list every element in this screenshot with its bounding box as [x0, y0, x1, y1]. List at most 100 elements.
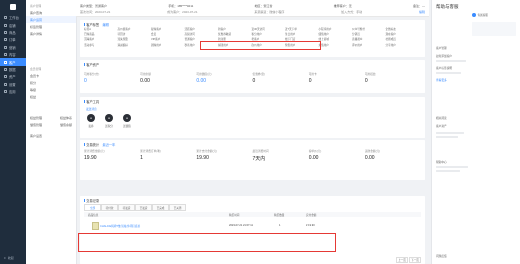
- info-remark: 备注：—: [412, 4, 425, 8]
- tag-chip[interactable]: 公众号粉丝: [352, 28, 365, 31]
- tag-chip[interactable]: 秒杀用户: [185, 44, 195, 47]
- order-amount: ¥ 19.90: [306, 223, 315, 227]
- tag-chip[interactable]: 流失预警: [118, 38, 128, 41]
- subnav-item-rights[interactable]: 权益: [26, 93, 76, 100]
- sidebar-item-5[interactable]: 内容: [0, 51, 26, 58]
- tab-order-5[interactable]: 已关闭: [169, 204, 186, 211]
- tag-chip[interactable]: 复购客户: [151, 28, 161, 31]
- tag-chip[interactable]: 团购用户: [151, 44, 161, 47]
- nav-icon: [4, 67, 7, 71]
- help-link[interactable]: 客户资产: [436, 124, 447, 128]
- sidebar-item-2[interactable]: 商品: [0, 29, 26, 36]
- sidebar-item-4[interactable]: 营销: [0, 44, 26, 51]
- help-link[interactable]: 如何添加客户: [436, 54, 452, 58]
- tag-chip[interactable]: 生日用户: [285, 33, 295, 36]
- tool-2[interactable]: ● 送储值: [120, 114, 134, 128]
- subnav-item-tags[interactable]: 标签管理: [26, 23, 76, 30]
- tag-chip[interactable]: 储值用户: [319, 33, 329, 36]
- feedback-link[interactable]: 问题反馈: [436, 254, 447, 258]
- stat-item: 客单价(元) 0.00: [308, 150, 322, 161]
- subnav-item-operation[interactable]: 客户运营: [26, 16, 76, 23]
- tag-chip[interactable]: 分销员: [352, 33, 360, 36]
- edit-info-button[interactable]: 编辑: [419, 10, 425, 14]
- help-more-link[interactable]: 查看更多: [436, 78, 447, 82]
- tab-order-3[interactable]: 已发货: [135, 204, 152, 211]
- tag-chip[interactable]: VIP客户: [151, 38, 160, 41]
- sidebar-item-10[interactable]: 应用: [0, 88, 26, 95]
- tag-chip[interactable]: 高频访问: [185, 33, 195, 36]
- sidebar-item-8[interactable]: 资产: [0, 73, 26, 80]
- tab-order-1[interactable]: 待付款: [101, 204, 118, 211]
- coupon-icon: ●: [87, 114, 95, 122]
- tool-0[interactable]: ● 发券: [84, 114, 98, 128]
- send-message-link[interactable]: 发送消息: [86, 107, 97, 111]
- help-link[interactable]: 客户标签说明: [436, 66, 452, 70]
- tag-chip[interactable]: 新客户: [218, 28, 226, 31]
- subnav-item-card[interactable]: 会员卡: [26, 72, 76, 79]
- subnav-item-detail[interactable]: 客户详情: [26, 30, 76, 37]
- highlight-box-tags: [200, 41, 321, 50]
- tag-chip[interactable]: 近30天访问: [252, 28, 265, 31]
- sidebar-item-6[interactable]: 客户: [0, 58, 26, 66]
- tag-chip[interactable]: 近7天下单: [285, 28, 297, 31]
- sidebar-item-9[interactable]: 设置: [0, 81, 26, 88]
- stat-item: 优惠券(张) 0: [252, 73, 266, 84]
- tab-order-4[interactable]: 已完成: [152, 204, 169, 211]
- tag-chip[interactable]: 普通客户: [185, 38, 195, 41]
- collapse-button[interactable]: ≡ 收起: [4, 256, 14, 260]
- tag-chip[interactable]: 标签A: [84, 28, 91, 31]
- info-first-visit: 首次访问：2023-07-21: [80, 10, 111, 14]
- sidebar-item-0[interactable]: 工作台: [0, 14, 26, 21]
- tag-chip[interactable]: 优惠券敏感: [218, 33, 231, 36]
- tag-chip[interactable]: 高价值客户: [118, 28, 131, 31]
- sidebar-item-7[interactable]: 数据: [0, 66, 26, 73]
- sidebar-item-1[interactable]: 店铺: [0, 21, 26, 28]
- tag-chip[interactable]: 满减偏好: [118, 44, 128, 47]
- tag-chip[interactable]: 直播观众: [352, 38, 362, 41]
- tab-order-2[interactable]: 待发货: [118, 204, 135, 211]
- tag-chip[interactable]: 小程序用户: [319, 28, 332, 31]
- help-card[interactable]: [472, 22, 516, 36]
- tag-chip[interactable]: 积分用户: [252, 33, 262, 36]
- assets-card: 客户资产 可用积分(分) 0 可用余额 0.00 可用储值(元) 0.00 优惠券(张) 0 可…: [80, 60, 425, 93]
- tag-chip[interactable]: 评价用户: [352, 44, 362, 47]
- prev-page-button[interactable]: 上一页: [396, 257, 408, 263]
- next-page-button[interactable]: 下一页: [409, 257, 421, 263]
- edit-tags-button[interactable]: 编辑: [103, 22, 109, 27]
- help-panel-title: 帮助与客服: [436, 4, 459, 9]
- time-range-link[interactable]: 最近一年: [103, 142, 116, 147]
- nav-icon: [4, 45, 7, 49]
- nav-icon: [4, 82, 7, 86]
- nav-icon: [4, 30, 7, 34]
- tag-chip[interactable]: 待回访: [118, 33, 126, 36]
- tag-chip[interactable]: 社群成员: [386, 38, 396, 41]
- tag-chip[interactable]: 会员: [151, 33, 156, 36]
- tag-chip[interactable]: 潜在客户: [386, 33, 396, 36]
- tag-chip[interactable]: 活动参与: [84, 44, 94, 47]
- help-link[interactable]: 客户管理: [436, 46, 447, 50]
- tag-chip[interactable]: 活跃客户: [185, 28, 195, 31]
- support-user[interactable]: 专属客服: [472, 13, 488, 17]
- tab-order-0[interactable]: 全部: [84, 204, 101, 211]
- info-phone: 手机：185****0211: [168, 4, 194, 8]
- subnav-item-points[interactable]: 积分: [26, 79, 76, 86]
- subnav-item-query[interactable]: 客户查询: [26, 9, 76, 16]
- product-name-link[interactable]: CHALICE纯棉T恤 短袖 休闲打底衫: [100, 224, 140, 228]
- subnav-item-levels[interactable]: 等级: [26, 86, 76, 93]
- sidebar-item-3[interactable]: 订单: [0, 36, 26, 43]
- tool-1[interactable]: ● 送积分: [102, 114, 116, 128]
- tag-chip[interactable]: 沉睡客户: [84, 38, 94, 41]
- subnav-pair-1[interactable]: 权益管理 权益体系: [26, 114, 76, 121]
- tags-card-title: 客户标签 编辑: [84, 22, 109, 27]
- tag-chip[interactable]: 已购商品: [84, 33, 94, 36]
- info-channel: 来源渠道：微信小程序: [254, 10, 285, 14]
- table-row[interactable]: CHALICE纯棉T恤 短袖 休闲打底衫 2023-07-21 21:07:11…: [84, 220, 421, 230]
- tag-chip[interactable]: 分享用户: [386, 44, 396, 47]
- orders-card-title: 交易记录: [84, 199, 100, 203]
- tag-chip[interactable]: 企微好友: [386, 28, 396, 31]
- help-link[interactable]: 帮助中心: [436, 160, 447, 164]
- trade-stats-card: 交易统计 最近一年 累计消费金额(元) 19.90 累计消费订单(笔) 1 累计支付金额…: [80, 140, 425, 180]
- subnav-item-settings[interactable]: 客户设置: [26, 132, 76, 139]
- stat-item: 可用卡 0: [308, 73, 317, 84]
- subnav-pair-2[interactable]: 储值管理 储值余额: [26, 121, 76, 128]
